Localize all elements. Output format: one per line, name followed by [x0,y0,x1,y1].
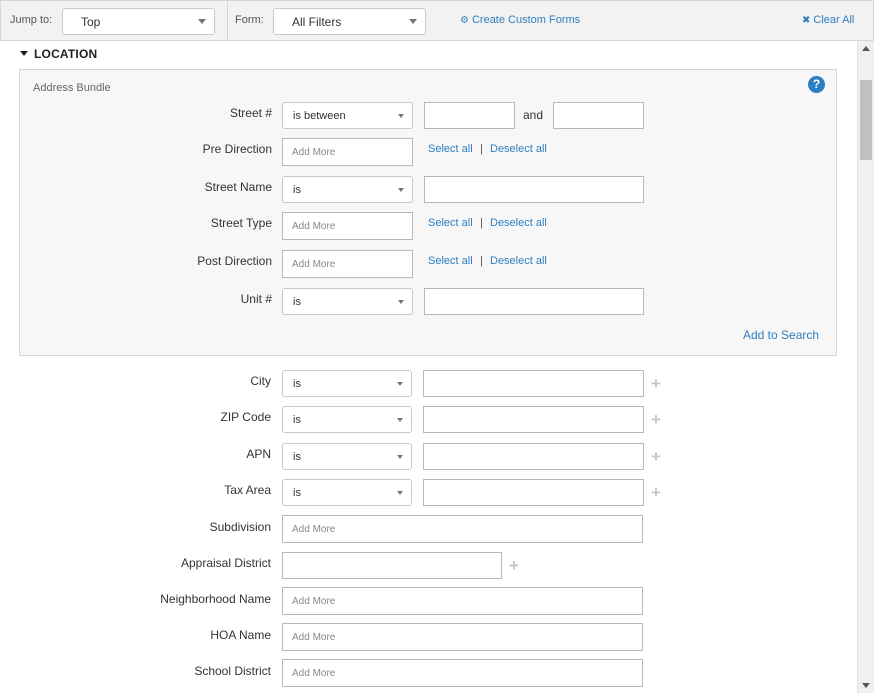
appraisal-district-label: Appraisal District [180,556,271,570]
city-operator: is [293,378,301,390]
scroll-up-arrow-icon[interactable] [862,46,870,51]
zip-code-label: ZIP Code [220,410,271,424]
hoa-name-label: HOA Name [210,628,271,642]
street-name-operator: is [293,184,301,196]
gear-icon: ⚙ [460,15,469,26]
scrollbar-thumb[interactable] [860,80,872,160]
unit-number-operator-select[interactable]: is [282,288,413,315]
neighborhood-name-label: Neighborhood Name [160,592,271,606]
add-to-search-link[interactable]: Add to Search [743,328,819,342]
bundle-title: Address Bundle [33,82,111,94]
clear-all-text: Clear All [813,14,855,26]
apn-label: APN [246,447,271,461]
jump-to-label: Jump to: [10,14,53,26]
post-direction-label: Post Direction [197,254,272,268]
post-direction-deselect-all[interactable]: Deselect all [490,255,547,267]
tax-area-input[interactable] [423,479,644,506]
zip-code-input[interactable] [423,406,644,433]
apn-operator: is [293,451,301,463]
create-custom-forms-text: Create Custom Forms [471,14,581,26]
post-direction-input[interactable]: Add More [282,250,413,278]
post-direction-select-all[interactable]: Select all [428,255,473,267]
apn-operator-select[interactable]: is [282,443,412,470]
street-number-operator-select[interactable]: is between [282,102,413,129]
zip-code-operator-select[interactable]: is [282,406,412,433]
unit-number-operator: is [293,296,301,308]
separator: | [480,143,483,155]
school-district-label: School District [194,664,271,678]
chevron-down-icon [198,19,206,24]
tax-area-operator-select[interactable]: is [282,479,412,506]
address-bundle: Address Bundle ? Street # is between and… [19,69,837,356]
subdivision-input[interactable]: Add More [282,515,643,543]
separator: | [480,217,483,229]
toolbar-divider [227,1,228,41]
pre-direction-deselect-all[interactable]: Deselect all [490,143,547,155]
hoa-name-input[interactable]: Add More [282,623,643,651]
clear-all-link[interactable]: ✖ Clear All [802,14,854,26]
tax-area-label: Tax Area [224,483,271,497]
separator: | [480,255,483,267]
street-type-input[interactable]: Add More [282,212,413,240]
help-icon[interactable]: ? [808,76,825,93]
chevron-down-icon [398,114,404,118]
pre-direction-select-all[interactable]: Select all [428,143,473,155]
filter-toolbar: Jump to: Top Form: All Filters ⚙ Create C… [0,0,874,41]
plus-icon[interactable]: + [651,448,661,465]
pre-direction-input[interactable]: Add More [282,138,413,166]
filter-content: LOCATION Address Bundle ? Street # is be… [0,41,857,693]
street-type-select-all[interactable]: Select all [428,217,473,229]
subdivision-label: Subdivision [209,520,271,534]
unit-number-input[interactable] [424,288,644,315]
pre-direction-label: Pre Direction [202,142,272,156]
street-name-operator-select[interactable]: is [282,176,413,203]
chevron-down-icon [397,491,403,495]
street-number-operator: is between [293,110,346,122]
create-custom-forms-link[interactable]: ⚙ Create Custom Forms [460,14,580,26]
street-number-to-input[interactable] [553,102,644,129]
street-number-label: Street # [229,106,272,120]
caret-down-icon [20,51,28,57]
chevron-down-icon [397,455,403,459]
plus-icon[interactable]: + [651,484,661,501]
close-icon: ✖ [802,15,811,26]
vertical-scrollbar[interactable] [857,41,874,693]
tax-area-operator: is [293,487,301,499]
chevron-down-icon [398,300,404,304]
street-number-from-input[interactable] [424,102,515,129]
chevron-down-icon [397,418,403,422]
jump-to-select[interactable]: Top [62,8,215,35]
street-type-label: Street Type [210,216,272,230]
city-label: City [250,374,271,388]
street-type-deselect-all[interactable]: Deselect all [490,217,547,229]
chevron-down-icon [398,188,404,192]
zip-code-operator: is [293,414,301,426]
chevron-down-icon [397,382,403,386]
location-section-toggle[interactable]: LOCATION [20,47,97,61]
city-operator-select[interactable]: is [282,370,412,397]
form-select[interactable]: All Filters [273,8,426,35]
neighborhood-name-input[interactable]: Add More [282,587,643,615]
plus-icon[interactable]: + [651,411,661,428]
street-name-label: Street Name [204,180,272,194]
school-district-input[interactable]: Add More [282,659,643,687]
chevron-down-icon [409,19,417,24]
jump-to-value: Top [81,15,101,29]
city-input[interactable] [423,370,644,397]
section-title: LOCATION [34,47,98,61]
unit-number-label: Unit # [240,292,272,306]
appraisal-district-input[interactable] [282,552,502,579]
street-name-input[interactable] [424,176,644,203]
plus-icon[interactable]: + [509,557,519,574]
form-value: All Filters [292,15,342,29]
and-label: and [523,108,544,122]
plus-icon[interactable]: + [651,375,661,392]
form-label: Form: [235,14,264,26]
apn-input[interactable] [423,443,644,470]
scroll-down-arrow-icon[interactable] [862,683,870,688]
